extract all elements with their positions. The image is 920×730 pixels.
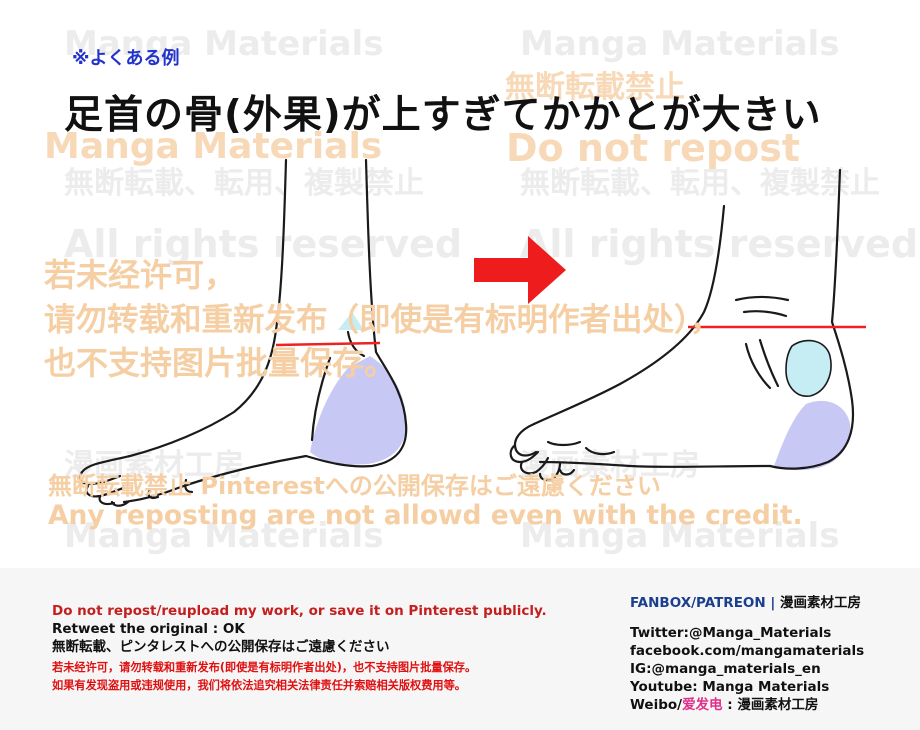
weibo-line[interactable]: Weibo/爱发电 : 漫画素材工房 bbox=[630, 696, 864, 714]
weibo-prefix: Weibo/ bbox=[630, 697, 683, 713]
heel-highlight bbox=[774, 400, 851, 471]
example-note: ※よくある例 bbox=[72, 48, 180, 69]
footer: Do not repost/reupload my work, or save … bbox=[0, 568, 920, 730]
weibo-suffix: : 漫画素材工房 bbox=[722, 697, 819, 713]
ankle-highlight bbox=[338, 312, 364, 330]
notice-line: 若未经许可，请勿转载和重新发布(即使是有标明作者出处)，也不支持图片批量保存。 bbox=[52, 661, 477, 674]
facebook-link[interactable]: facebook.com/mangamaterials bbox=[630, 642, 864, 660]
instagram-link[interactable]: IG:@manga_materials_en bbox=[630, 660, 864, 678]
weibo-cn: 爱发电 bbox=[682, 697, 723, 713]
left-foot bbox=[79, 158, 408, 507]
social-links: FANBOX/PATREON | 漫画素材工房 Twitter:@Manga_M… bbox=[630, 594, 864, 714]
notice-line: 無断転載、ピンタレストへの公開保存はご遠慮ください bbox=[52, 639, 390, 655]
page-title: 足首の骨(外果)が上すぎてかかとが大きい bbox=[64, 93, 822, 138]
guide-line-left bbox=[275, 341, 381, 347]
separator: | bbox=[770, 595, 776, 611]
fanbox-link[interactable]: FANBOX/PATREON bbox=[630, 595, 766, 611]
right-foot bbox=[509, 168, 854, 482]
copyright-notice: Do not repost/reupload my work, or save … bbox=[52, 602, 547, 695]
fanbox-line: FANBOX/PATREON | 漫画素材工房 bbox=[630, 594, 864, 612]
twitter-link[interactable]: Twitter:@Manga_Materials bbox=[630, 624, 864, 642]
notice-line: Retweet the original : OK bbox=[52, 621, 245, 637]
notice-line: Do not repost/reupload my work, or save … bbox=[52, 603, 547, 619]
ankle-highlight bbox=[785, 339, 832, 397]
fanbox-name: 漫画素材工房 bbox=[780, 595, 862, 611]
youtube-link[interactable]: Youtube: Manga Materials bbox=[630, 678, 864, 696]
notice-line: 如果有发现盗用或违规使用，我们将依法追究相关法律责任并索赔相关版权费用等。 bbox=[52, 679, 466, 692]
right-arrow-icon bbox=[474, 236, 566, 304]
